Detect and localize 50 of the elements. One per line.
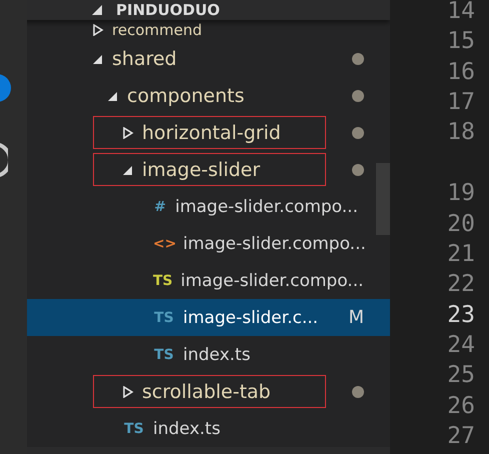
folder-item[interactable]: scrollable-tab [27, 373, 376, 410]
scrollbar-thumb[interactable] [376, 163, 390, 235]
file-name: index.ts [153, 418, 220, 439]
file-name: index.ts [183, 344, 250, 365]
folder-item[interactable]: shared [27, 40, 376, 78]
line-number: 19 [447, 179, 475, 208]
selected-file-item[interactable]: TS image-slider.c... M [27, 299, 390, 336]
line-number: 18 [447, 118, 475, 148]
folder-name: shared [112, 48, 177, 70]
expanded-triangle-icon [92, 4, 104, 16]
file-type-icon: TS [153, 346, 175, 363]
file-item[interactable]: TS image-slider.compo... [27, 262, 376, 300]
file-type-icon: <> [153, 236, 175, 252]
file-name: image-slider.compo... [180, 270, 364, 291]
line-number: 21 [447, 240, 475, 270]
folder-item[interactable]: horizontal-grid [27, 114, 376, 152]
project-title: PINDUODUO [116, 1, 220, 20]
file-type-icon: TS [153, 272, 173, 289]
line-number: 23 [447, 300, 475, 330]
file-item[interactable]: TS index.ts [27, 410, 376, 448]
folder-name: image-slider [142, 158, 260, 181]
line-number: 20 [447, 210, 475, 239]
file-item[interactable]: <> image-slider.compo... [27, 225, 376, 262]
folder-name: scrollable-tab [142, 380, 271, 403]
file-type-icon: # [153, 198, 168, 215]
file-name: image-slider.compo... [175, 196, 358, 217]
ring-icon[interactable] [0, 142, 8, 178]
git-status: M [348, 307, 364, 328]
line-number: 16 [447, 58, 475, 87]
folder-item[interactable]: recommend [27, 20, 376, 40]
file-type-icon: TS [153, 310, 175, 326]
line-number: 24 [447, 330, 475, 360]
file-type-icon: TS [123, 420, 145, 437]
line-number: 26 [447, 392, 475, 421]
line-number: 22 [447, 270, 475, 300]
line-number: 27 [447, 422, 475, 451]
file-name: image-slider.compo... [183, 234, 366, 254]
line-number: 17 [447, 88, 475, 117]
file-item[interactable]: TS index.ts [27, 336, 376, 374]
folder-name: horizontal-grid [142, 122, 281, 144]
folder-item[interactable]: components [27, 77, 376, 114]
folder-name: recommend [112, 21, 202, 40]
folder-item[interactable]: image-slider [27, 151, 376, 188]
line-number: 15 [447, 27, 475, 56]
file-item[interactable]: # image-slider.compo... [27, 188, 376, 226]
folder-name: components [127, 84, 244, 107]
line-number: 25 [447, 361, 475, 390]
line-number: 14 [447, 0, 475, 26]
explorer-header[interactable]: PINDUODUO [27, 0, 390, 20]
file-name: image-slider.c... [183, 308, 318, 328]
